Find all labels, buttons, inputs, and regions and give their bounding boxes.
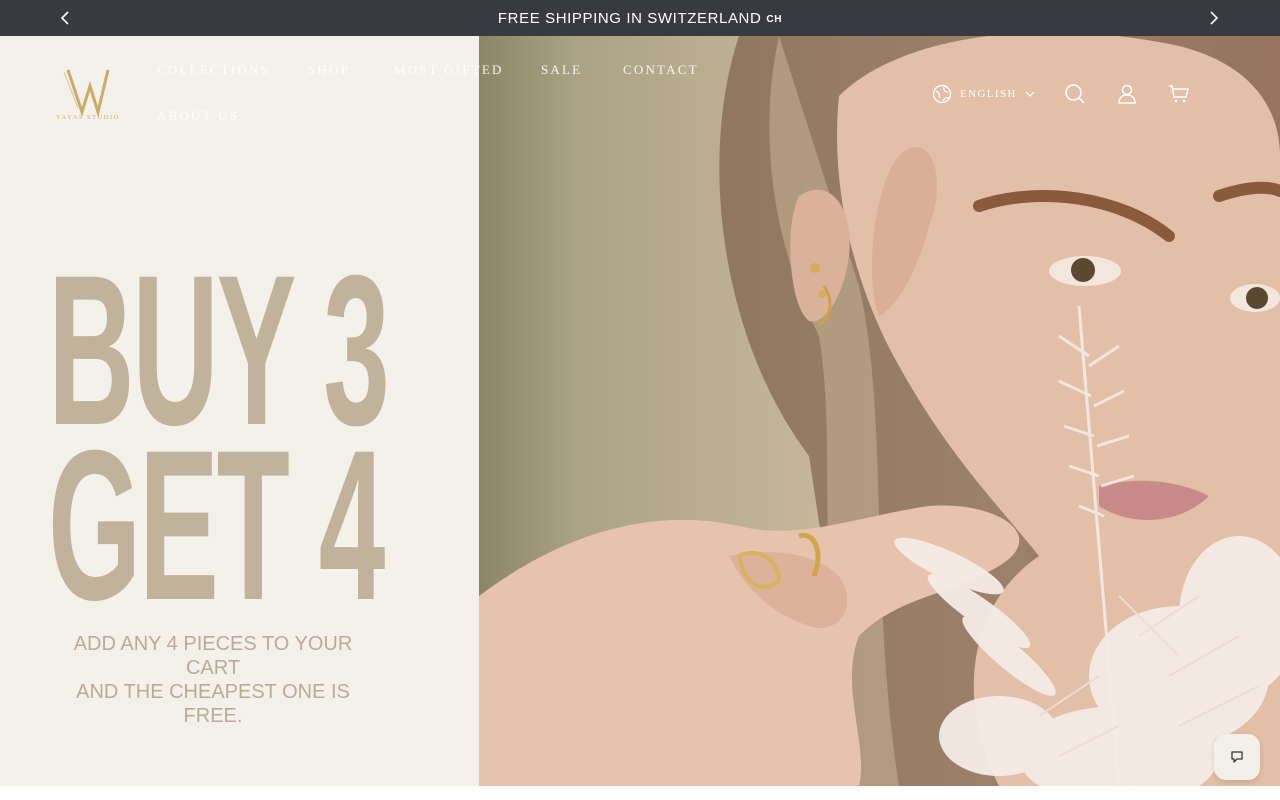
promo-subtext: ADD ANY 4 PIECES TO YOUR CART AND THE CH…	[48, 632, 378, 728]
svg-text:VAYAS STUDIO: VAYAS STUDIO	[56, 114, 120, 121]
brand-logo[interactable]: VAYAS STUDIO	[50, 64, 126, 154]
site-header: VAYAS STUDIO COLLECTIONS SHOP MOST GIFTE…	[0, 36, 1280, 152]
logo-mark: VAYAS STUDIO	[56, 69, 120, 121]
nav-most-gifted[interactable]: MOST GIFTED	[394, 62, 504, 78]
nav-about-us[interactable]: ABOUT US	[157, 108, 239, 124]
chevron-down-icon	[1025, 91, 1035, 97]
globe-icon	[932, 84, 952, 104]
announcement-next-button[interactable]	[1196, 0, 1232, 36]
country-code: CH	[766, 13, 783, 25]
promo-subtext-line2: AND THE CHEAPEST ONE IS FREE.	[76, 681, 350, 727]
promo-subtext-line1: ADD ANY 4 PIECES TO YOUR CART	[73, 633, 353, 679]
account-icon	[1118, 84, 1136, 104]
nav-sale[interactable]: SALE	[541, 62, 582, 78]
nav-contact[interactable]: CONTACT	[623, 62, 699, 78]
chat-button[interactable]	[1214, 734, 1260, 780]
search-icon	[1065, 84, 1085, 104]
nav-shop[interactable]: SHOP	[308, 62, 350, 78]
chevron-right-icon	[1210, 11, 1219, 25]
language-selector[interactable]: ENGLISH	[932, 82, 1035, 106]
announcement-text: FREE SHIPPING IN SWITZERLAND	[497, 9, 762, 27]
promo-headline-line2: GET 4	[48, 406, 385, 645]
cart-icon	[1169, 85, 1189, 103]
nav-collections[interactable]: COLLECTIONS	[157, 62, 270, 78]
header-actions: ENGLISH	[932, 82, 1192, 106]
announcement-message: FREE SHIPPING IN SWITZERLAND CH	[0, 0, 1280, 36]
language-label: ENGLISH	[960, 88, 1017, 100]
search-button[interactable]	[1062, 82, 1088, 106]
account-button[interactable]	[1114, 82, 1140, 106]
cart-button[interactable]	[1166, 82, 1192, 106]
chat-icon	[1231, 751, 1243, 763]
announcement-bar: FREE SHIPPING IN SWITZERLAND CH	[0, 0, 1280, 36]
